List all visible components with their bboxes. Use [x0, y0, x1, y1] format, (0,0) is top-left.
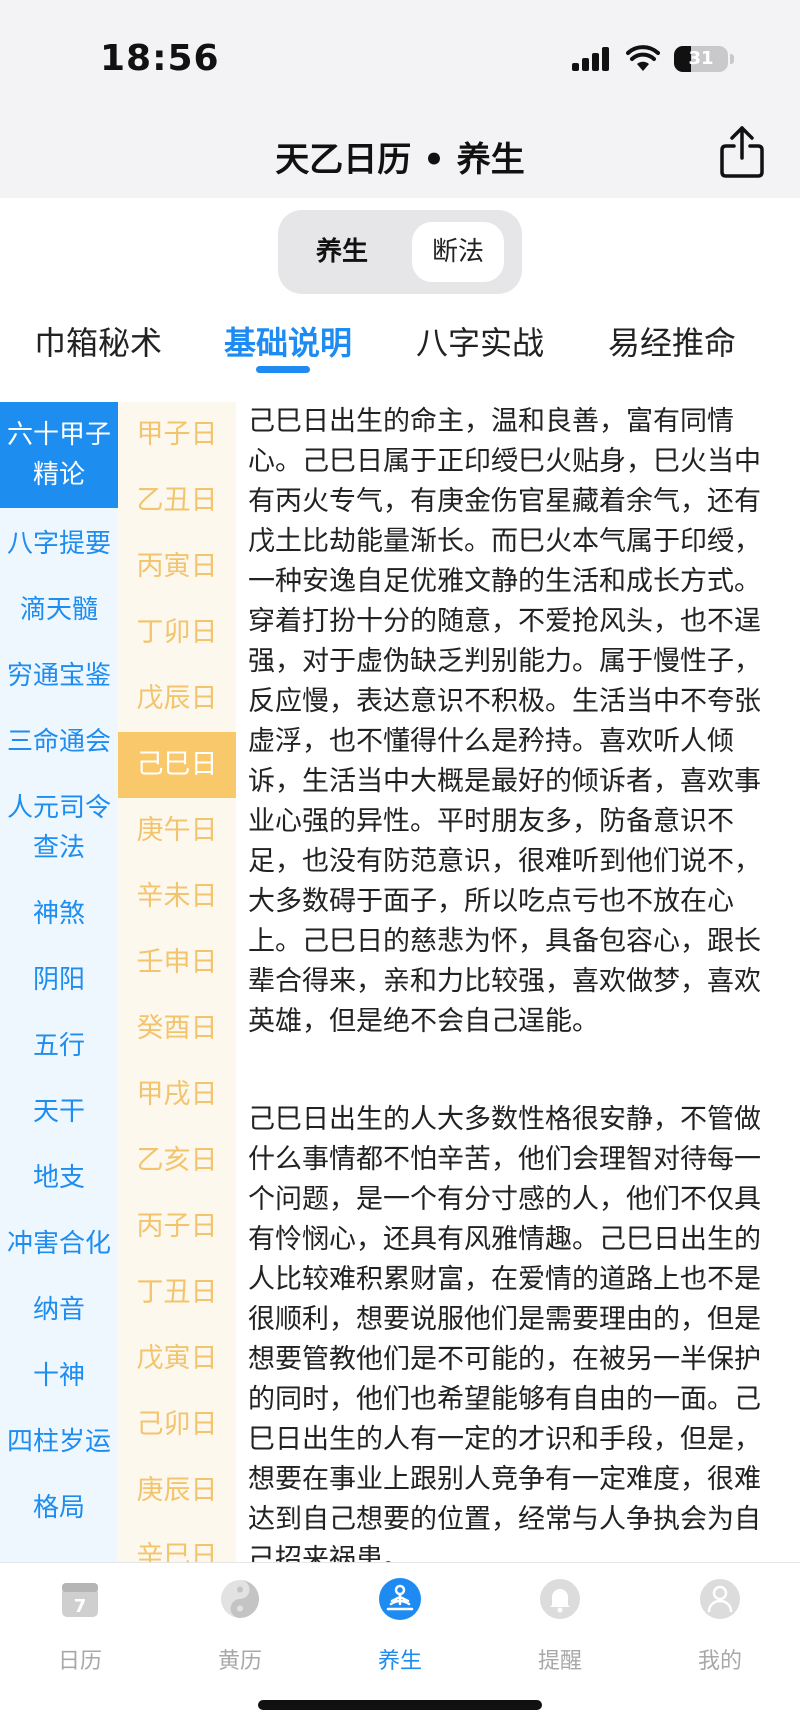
- content-paragraph: 己巳日出生的命主，温和良善，富有同情心。己巳日属于正印绶巳火贴身，巳火当中有丙火…: [248, 406, 761, 1037]
- left-menu-item[interactable]: 阴阳: [0, 960, 118, 1000]
- content-article: 己巳日出生的命主，温和良善，富有同情心。己巳日属于正印绶巳火贴身，巳火当中有丙火…: [248, 402, 778, 1562]
- day-list-item[interactable]: 丙寅日: [118, 534, 236, 600]
- tabbar-profile[interactable]: 我的: [660, 1563, 780, 1683]
- left-menu-item[interactable]: 神煞: [0, 894, 118, 934]
- segment-duanfa[interactable]: 断法: [412, 222, 504, 282]
- left-menu-item[interactable]: 地支: [0, 1158, 118, 1198]
- day-list-item[interactable]: 丙子日: [118, 1194, 236, 1260]
- left-menu-item[interactable]: 冲害合化: [0, 1224, 118, 1264]
- day-list-item[interactable]: 戊寅日: [118, 1326, 236, 1392]
- day-list-item[interactable]: 乙亥日: [118, 1128, 236, 1194]
- active-tab-indicator: [256, 366, 310, 373]
- day-list-item[interactable]: 庚辰日: [118, 1458, 236, 1524]
- user-icon: [700, 1579, 740, 1619]
- day-list-item[interactable]: 壬申日: [118, 930, 236, 996]
- wifi-icon: [626, 45, 660, 71]
- yin-yang-icon: [221, 1580, 259, 1618]
- left-menu-item[interactable]: 穷通宝鉴: [0, 656, 118, 696]
- tabbar-health[interactable]: 养生: [340, 1563, 460, 1683]
- mode-segment: 养生 断法: [278, 210, 522, 294]
- day-list-item[interactable]: 甲戌日: [118, 1062, 236, 1128]
- left-menu-item[interactable]: 八字提要: [0, 524, 118, 564]
- cellular-signal-icon: [572, 45, 612, 73]
- tab-bazi-shizhan[interactable]: 八字实战: [416, 318, 544, 364]
- tabbar-almanac[interactable]: 黄历: [180, 1563, 300, 1683]
- battery-percent: 31: [688, 48, 714, 69]
- left-menu-item[interactable]: 十神: [0, 1356, 118, 1396]
- svg-text:7: 7: [74, 1596, 87, 1617]
- status-time: 18:56: [100, 38, 220, 79]
- category-tabs: 巾箱秘术 基础说明 八字实战 易经推命: [0, 318, 800, 374]
- day-list-item[interactable]: 己卯日: [118, 1392, 236, 1458]
- day-list-item[interactable]: 丁丑日: [118, 1260, 236, 1326]
- left-menu-item[interactable]: 四柱岁运: [0, 1422, 118, 1462]
- day-list-item[interactable]: 庚午日: [118, 798, 236, 864]
- day-list: 甲子日 乙丑日 丙寅日 丁卯日 戊辰日 己巳日 庚午日 辛未日 壬申日 癸酉日 …: [118, 402, 236, 1562]
- left-menu-item[interactable]: 滴天髓: [0, 590, 118, 630]
- share-icon[interactable]: [718, 124, 766, 180]
- content-paragraph: 己巳日出生的人大多数性格很安静，不管做什么事情都不怕辛苦，他们会理智对待每一个问…: [248, 1104, 761, 1562]
- left-menu-item[interactable]: 纳音: [0, 1290, 118, 1330]
- segment-yangsheng[interactable]: 养生: [296, 222, 388, 282]
- battery-icon: 31: [674, 46, 728, 72]
- bell-icon: [540, 1579, 580, 1619]
- tabbar-label: 我的: [697, 1649, 742, 1674]
- tab-jichu-shuoming[interactable]: 基础说明: [224, 318, 352, 364]
- tabbar-label: 日历: [57, 1649, 102, 1674]
- day-list-item[interactable]: 乙丑日: [118, 468, 236, 534]
- day-list-item-selected[interactable]: 己巳日: [118, 732, 236, 798]
- tabbar-reminder[interactable]: 提醒: [500, 1563, 620, 1683]
- status-icons: 31: [572, 44, 734, 74]
- home-indicator: [258, 1700, 542, 1710]
- left-menu-item[interactable]: 六十甲子 精论: [0, 402, 118, 508]
- tab-jinxiang-mishu[interactable]: 巾箱秘术: [34, 318, 162, 364]
- page-title: 天乙日历 • 养生: [275, 140, 525, 180]
- left-menu-item[interactable]: 五行: [0, 1026, 118, 1066]
- tabbar-label: 黄历: [217, 1649, 262, 1674]
- day-list-item[interactable]: 戊辰日: [118, 666, 236, 732]
- meditation-icon: [379, 1578, 421, 1620]
- day-list-item[interactable]: 甲子日: [118, 402, 236, 468]
- tabbar-calendar[interactable]: 7 日历: [20, 1563, 140, 1683]
- calendar-icon: 7: [62, 1583, 98, 1617]
- left-menu-item[interactable]: 天干: [0, 1092, 118, 1132]
- tabbar-label: 养生: [377, 1649, 422, 1674]
- day-list-item[interactable]: 辛巳日: [118, 1524, 236, 1562]
- day-list-item[interactable]: 癸酉日: [118, 996, 236, 1062]
- tabbar-label: 提醒: [537, 1649, 582, 1674]
- day-list-item[interactable]: 辛未日: [118, 864, 236, 930]
- day-list-item[interactable]: 丁卯日: [118, 600, 236, 666]
- left-menu-item[interactable]: 三命通会: [0, 722, 118, 762]
- left-menu-item[interactable]: 格局: [0, 1488, 118, 1528]
- left-menu-item[interactable]: 人元司令 查法: [0, 788, 118, 868]
- tab-yijing-tuiming[interactable]: 易经推命: [608, 318, 736, 364]
- left-menu: 六十甲子 精论 八字提要 滴天髓 穷通宝鉴 三命通会 人元司令 查法 神煞 阴阳…: [0, 402, 118, 1562]
